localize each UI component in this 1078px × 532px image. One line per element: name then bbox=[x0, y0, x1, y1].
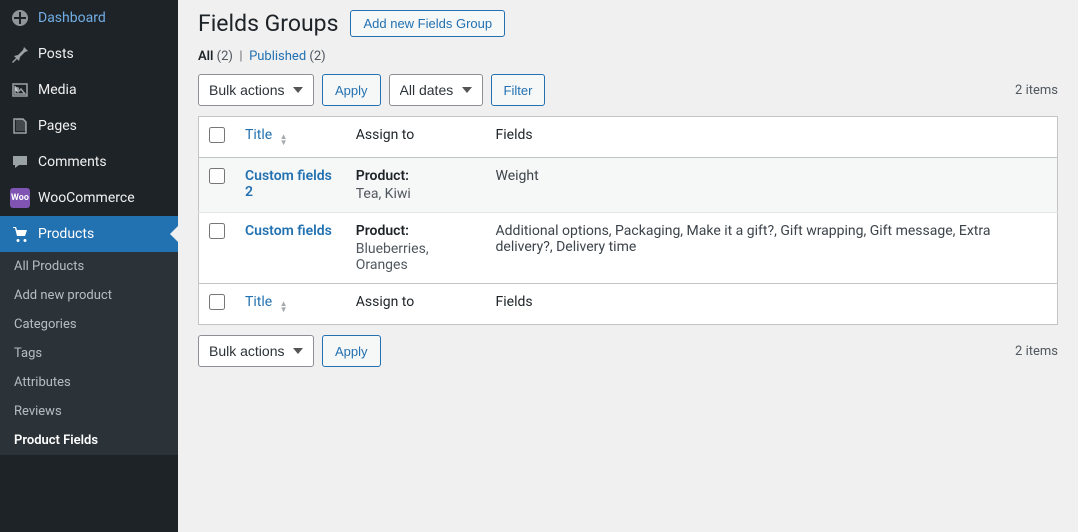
select-all-checkbox-bottom[interactable] bbox=[209, 294, 225, 310]
column-footer-title[interactable]: Title ▲▼ bbox=[235, 284, 346, 325]
submenu-item-all-products[interactable]: All Products bbox=[0, 252, 178, 281]
assign-label: Product: bbox=[356, 223, 476, 239]
sidebar-item-woocommerce[interactable]: Woo WooCommerce bbox=[0, 180, 178, 216]
sidebar-item-dashboard[interactable]: Dashboard bbox=[0, 0, 178, 36]
add-new-button[interactable]: Add new Fields Group bbox=[350, 10, 505, 37]
sidebar-item-comments[interactable]: Comments bbox=[0, 144, 178, 180]
assign-values: Blueberries, Oranges bbox=[356, 241, 476, 273]
row-title-link[interactable]: Custom fields bbox=[245, 223, 332, 239]
sort-icon: ▲▼ bbox=[280, 301, 288, 313]
sidebar-item-label: Comments bbox=[38, 154, 107, 170]
sidebar-item-posts[interactable]: Posts bbox=[0, 36, 178, 72]
fields-cell: Weight bbox=[486, 158, 1058, 213]
woo-icon: Woo bbox=[10, 188, 30, 208]
sidebar-item-pages[interactable]: Pages bbox=[0, 108, 178, 144]
tablenav-top: Bulk actions Apply All dates Filter 2 it… bbox=[198, 74, 1058, 106]
assign-values: Tea, Kiwi bbox=[356, 186, 476, 202]
bulk-actions-select[interactable]: Bulk actions bbox=[198, 74, 314, 106]
sidebar-submenu: All Products Add new product Categories … bbox=[0, 252, 178, 455]
fields-groups-table: Title ▲▼ Assign to Fields Custom fields … bbox=[198, 116, 1058, 325]
select-all-checkbox[interactable] bbox=[209, 127, 225, 143]
pages-icon bbox=[10, 116, 30, 136]
sidebar-item-products[interactable]: Products bbox=[0, 216, 178, 252]
page-title: Fields Groups bbox=[198, 10, 338, 37]
tablenav-bottom: Bulk actions Apply 2 items bbox=[198, 335, 1058, 367]
items-count: 2 items bbox=[1015, 83, 1058, 98]
status-filter-links: All (2) | Published (2) bbox=[198, 49, 1058, 64]
main-content: Fields Groups Add new Fields Group All (… bbox=[178, 0, 1078, 532]
bulk-actions-select-bottom[interactable]: Bulk actions bbox=[198, 335, 314, 367]
date-filter-select[interactable]: All dates bbox=[389, 74, 483, 106]
submenu-item-tags[interactable]: Tags bbox=[0, 339, 178, 368]
assign-label: Product: bbox=[356, 168, 476, 184]
filter-published-count: (2) bbox=[309, 49, 325, 64]
apply-button[interactable]: Apply bbox=[322, 74, 381, 106]
sidebar-item-label: Products bbox=[38, 226, 94, 242]
column-header-fields: Fields bbox=[486, 117, 1058, 158]
sidebar-item-label: Posts bbox=[38, 46, 74, 62]
sidebar-item-label: WooCommerce bbox=[38, 190, 135, 206]
filter-all-link[interactable]: All bbox=[198, 49, 213, 64]
pin-icon bbox=[10, 44, 30, 64]
media-icon bbox=[10, 80, 30, 100]
sidebar-item-label: Pages bbox=[38, 118, 77, 134]
column-footer-fields: Fields bbox=[486, 284, 1058, 325]
filter-button[interactable]: Filter bbox=[491, 74, 546, 106]
filter-published-link[interactable]: Published bbox=[249, 49, 306, 64]
table-row: Custom fields 2 Product: Tea, Kiwi Weigh… bbox=[199, 158, 1058, 213]
submenu-item-reviews[interactable]: Reviews bbox=[0, 397, 178, 426]
page-header: Fields Groups Add new Fields Group bbox=[198, 10, 1058, 37]
sidebar-item-label: Media bbox=[38, 82, 77, 98]
submenu-item-add-new-product[interactable]: Add new product bbox=[0, 281, 178, 310]
submenu-item-categories[interactable]: Categories bbox=[0, 310, 178, 339]
submenu-item-product-fields[interactable]: Product Fields bbox=[0, 426, 178, 455]
filter-all-count: (2) bbox=[217, 49, 233, 64]
column-footer-assign: Assign to bbox=[346, 284, 486, 325]
sidebar-item-media[interactable]: Media bbox=[0, 72, 178, 108]
sort-icon: ▲▼ bbox=[280, 134, 288, 146]
table-row: Custom fields Product: Blueberries, Oran… bbox=[199, 213, 1058, 284]
fields-cell: Additional options, Packaging, Make it a… bbox=[486, 213, 1058, 284]
row-title-link[interactable]: Custom fields 2 bbox=[245, 168, 332, 200]
column-header-title[interactable]: Title ▲▼ bbox=[235, 117, 346, 158]
products-icon bbox=[10, 224, 30, 244]
column-header-assign: Assign to bbox=[346, 117, 486, 158]
row-checkbox[interactable] bbox=[209, 223, 225, 239]
admin-sidebar: Dashboard Posts Media Pages Comments Woo… bbox=[0, 0, 178, 532]
row-checkbox[interactable] bbox=[209, 168, 225, 184]
sidebar-item-label: Dashboard bbox=[38, 10, 106, 26]
dashboard-icon bbox=[10, 8, 30, 28]
comment-icon bbox=[10, 152, 30, 172]
items-count-bottom: 2 items bbox=[1015, 344, 1058, 359]
submenu-item-attributes[interactable]: Attributes bbox=[0, 368, 178, 397]
apply-button-bottom[interactable]: Apply bbox=[322, 335, 381, 367]
